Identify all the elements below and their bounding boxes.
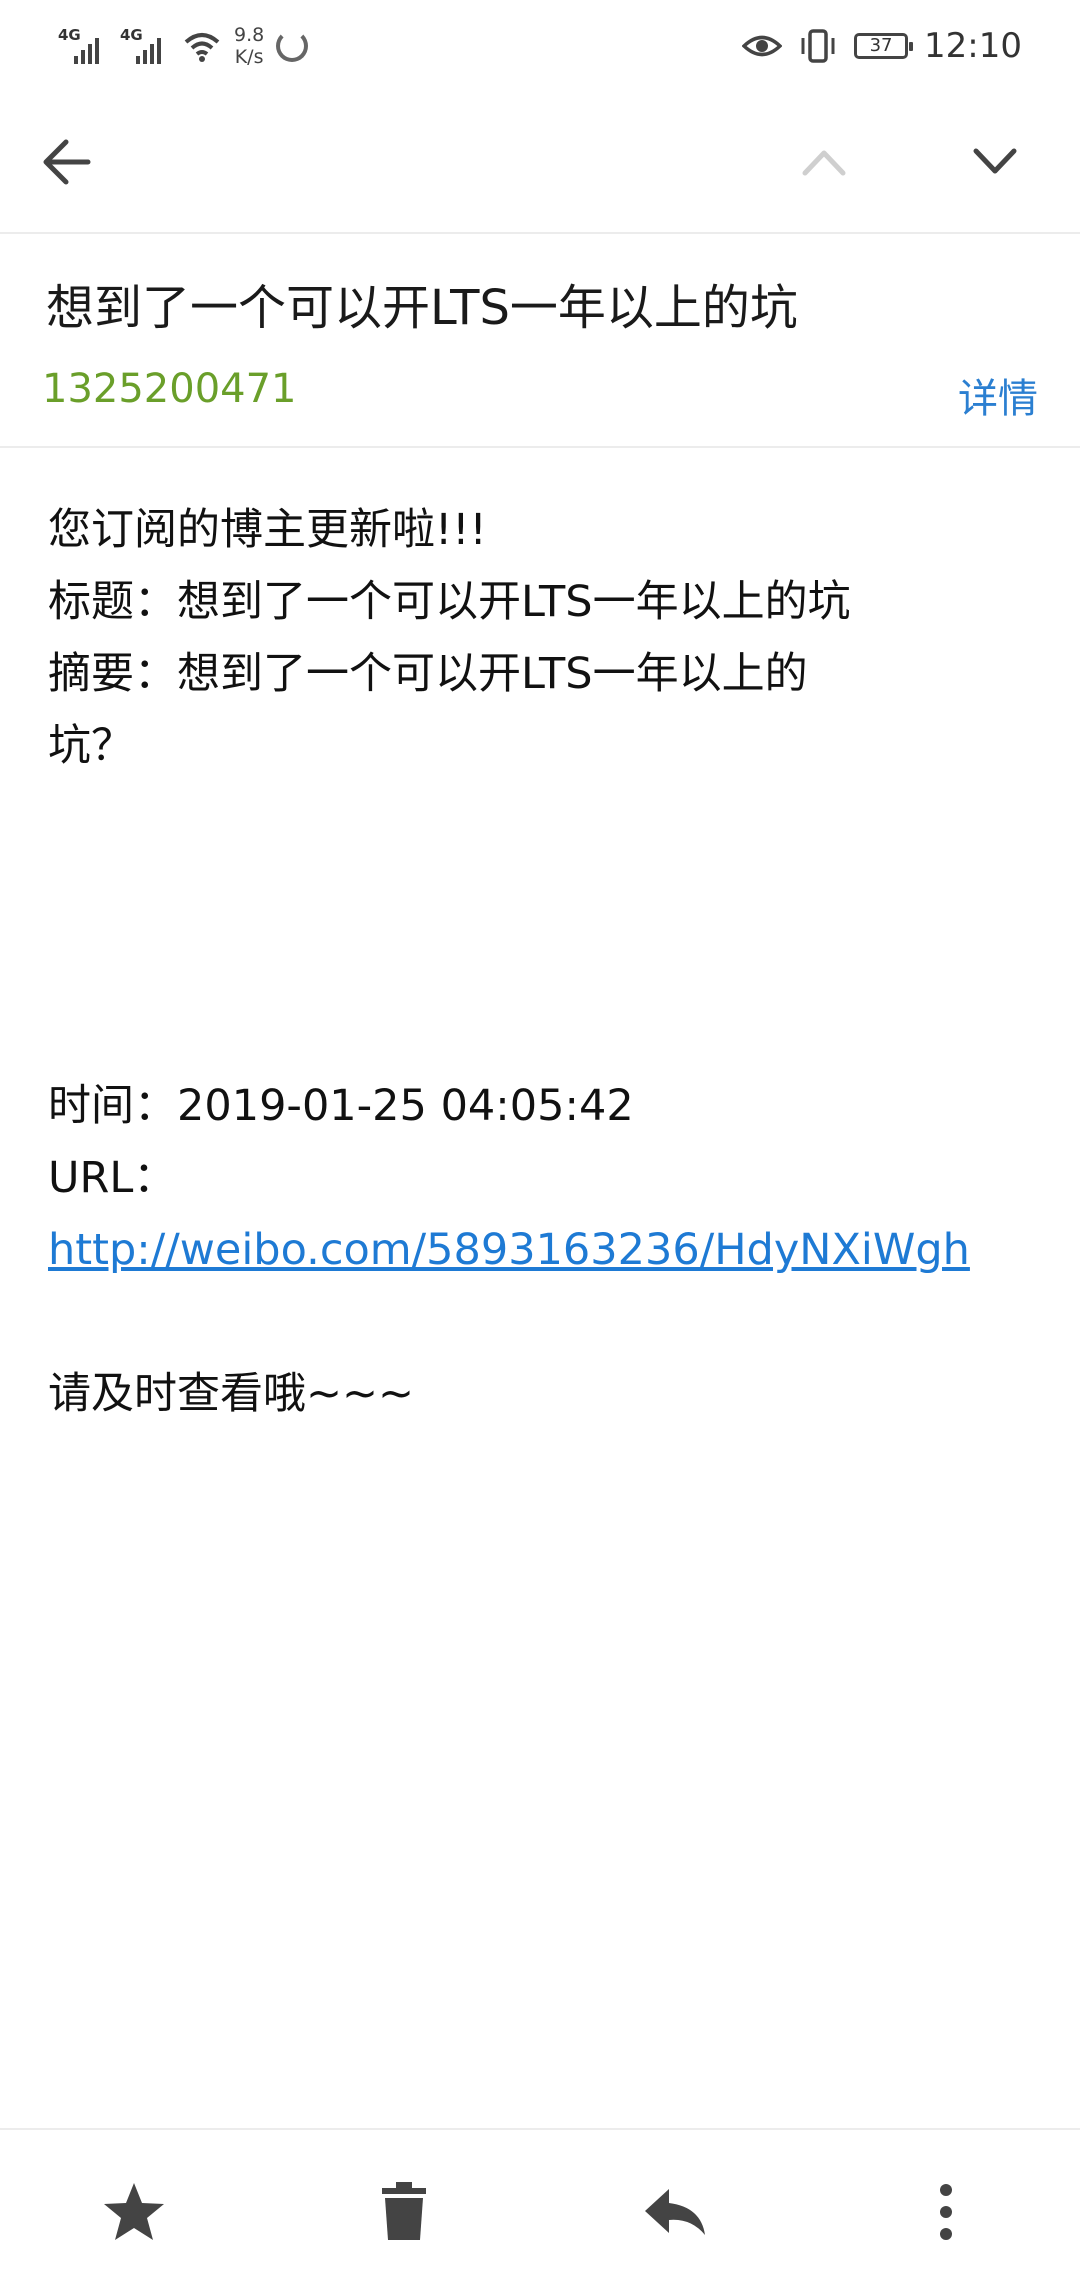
reply-button[interactable] <box>625 2162 725 2262</box>
status-bar: 4G 4G 9.8 K/s 37 12:10 <box>0 0 1080 92</box>
status-time: 12:10 <box>924 26 1022 66</box>
body-line-summary: 摘要：想到了一个可以开LTS一年以上的 <box>48 649 808 699</box>
body-line-title: 标题：想到了一个可以开LTS一年以上的坑 <box>48 577 851 627</box>
toolbar <box>0 92 1080 234</box>
more-vertical-icon <box>940 2184 952 2240</box>
email-subject: 想到了一个可以开LTS一年以上的坑 <box>46 280 798 336</box>
details-link[interactable]: 详情 <box>958 366 1038 424</box>
eye-icon <box>742 35 783 57</box>
status-left: 4G 4G 9.8 K/s <box>58 18 309 74</box>
previous-email-button[interactable] <box>784 122 864 202</box>
network-speed: 9.8 K/s <box>234 24 264 68</box>
chevron-down-icon <box>973 148 1017 174</box>
next-email-button[interactable] <box>955 122 1035 202</box>
bottom-action-bar <box>0 2128 1080 2282</box>
loading-icon <box>276 30 309 62</box>
status-right: 37 12:10 <box>742 18 1022 74</box>
email-sender[interactable]: 1325200471 <box>42 366 297 412</box>
body-line-closing: 请及时查看哦~~~ <box>48 1369 415 1419</box>
email-body: 您订阅的博主更新啦!!! 标题：想到了一个可以开LTS一年以上的坑 摘要：想到了… <box>48 494 1008 1430</box>
signal-1-icon: 4G <box>58 24 108 68</box>
body-line-summary-cont: 坑？ <box>48 721 134 771</box>
wifi-icon <box>184 33 220 62</box>
back-button[interactable] <box>26 122 106 202</box>
more-button[interactable] <box>896 2162 996 2262</box>
url-link[interactable]: http://weibo.com/5893163236/HdyNXiWgh <box>48 1225 970 1275</box>
divider <box>0 446 1080 448</box>
body-spacer-2 <box>48 1286 1008 1358</box>
delete-button[interactable] <box>354 2162 454 2262</box>
star-icon <box>104 2183 164 2240</box>
speed-unit: K/s <box>234 46 264 68</box>
trash-icon <box>382 2182 426 2240</box>
battery-icon: 37 <box>854 33 914 59</box>
arrow-left-icon <box>43 139 91 185</box>
body-line-intro: 您订阅的博主更新啦!!! <box>48 505 487 555</box>
body-line-url-label: URL： <box>48 1153 177 1203</box>
star-button[interactable] <box>84 2162 184 2262</box>
chevron-up-icon <box>802 150 846 176</box>
body-line-time: 时间：2019-01-25 04:05:42 <box>48 1081 634 1131</box>
signal-2-icon: 4G <box>120 24 170 68</box>
speed-value: 9.8 <box>234 24 265 46</box>
reply-icon <box>645 2189 705 2235</box>
vibrate-icon <box>801 29 835 63</box>
